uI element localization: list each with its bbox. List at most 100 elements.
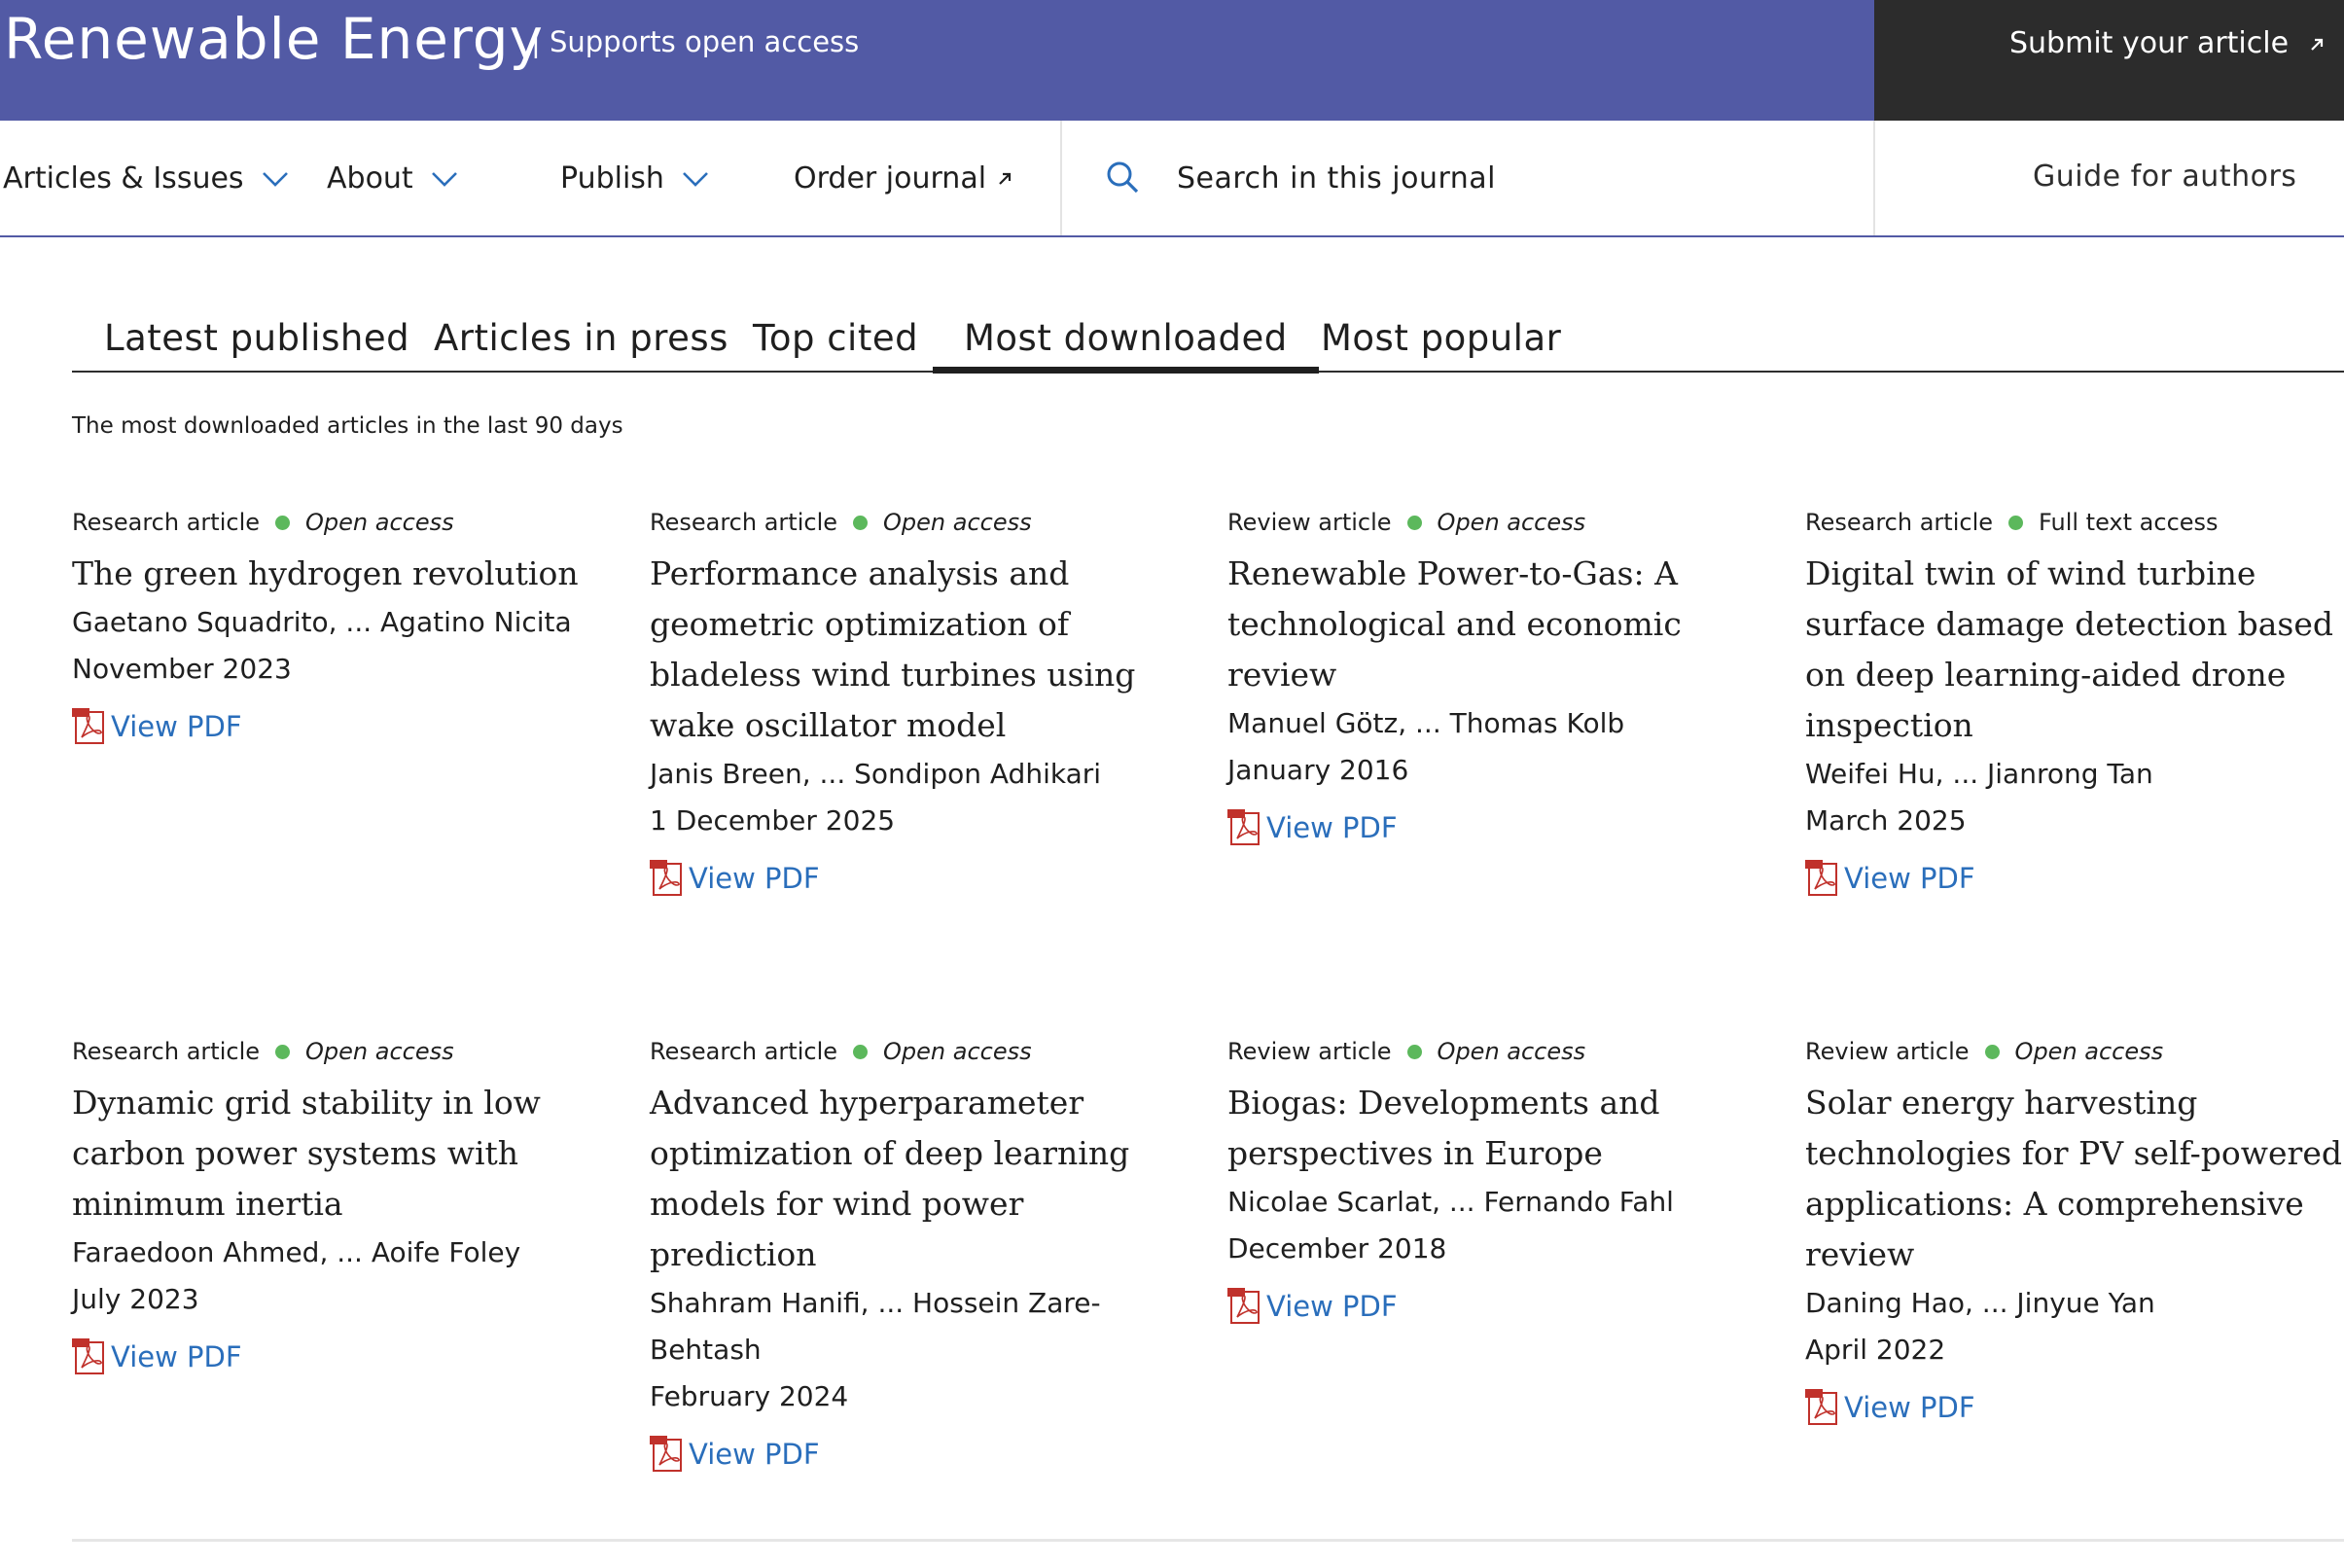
pdf-icon (1805, 860, 1837, 896)
article-authors: Nicolae Scarlat, ... Fernando Fahl (1227, 1186, 1674, 1218)
article-type: Research article (650, 509, 837, 536)
chevron-down-icon (683, 171, 708, 187)
access-label: Open access (883, 1038, 1032, 1065)
article-type: Research article (72, 1038, 260, 1065)
view-pdf-link[interactable]: View PDF (1227, 1288, 1772, 1325)
view-pdf-label: View PDF (111, 710, 242, 743)
nav-divider (1873, 121, 1875, 235)
article-date: February 2024 (650, 1380, 849, 1412)
banner-main: Renewable Energy | Supports open access (0, 0, 1874, 121)
tab-articles-in-press[interactable]: Articles in press (434, 317, 728, 359)
nav-articles-issues[interactable]: Articles & Issues (3, 161, 289, 196)
open-access-dot-icon (1406, 1044, 1422, 1059)
search-input[interactable] (1177, 156, 1760, 200)
view-pdf-label: View PDF (1266, 1290, 1398, 1323)
article-type: Research article (650, 1038, 837, 1065)
nav-articles-issues-label: Articles & Issues (3, 161, 244, 196)
view-pdf-link[interactable]: View PDF (72, 708, 617, 745)
submit-article-link[interactable]: Submit your article (2009, 26, 2326, 60)
open-access-dot-icon (275, 515, 290, 530)
article-title-link[interactable]: The green hydrogen revolution (72, 549, 617, 599)
external-link-icon (999, 172, 1012, 185)
access-label: Full text access (2039, 509, 2219, 536)
access-label: Open access (883, 509, 1032, 536)
article-type: Review article (1227, 1038, 1392, 1065)
article-title-link[interactable]: Performance analysis and geometric optim… (650, 549, 1194, 751)
article-authors: Gaetano Squadrito, ... Agatino Nicita (72, 606, 572, 638)
article-card: Review article Open access Renewable Pow… (1227, 506, 1772, 846)
view-pdf-label: View PDF (111, 1340, 242, 1373)
submit-article-button[interactable]: Submit your article (1874, 0, 2344, 121)
access-label: Open access (2014, 1038, 2164, 1065)
view-pdf-link[interactable]: View PDF (650, 1436, 1194, 1473)
pdf-icon (1805, 1389, 1837, 1425)
article-date: April 2022 (1805, 1334, 1946, 1366)
view-pdf-label: View PDF (689, 1438, 820, 1471)
view-pdf-link[interactable]: View PDF (72, 1338, 617, 1375)
pdf-icon (72, 708, 104, 744)
nav-about[interactable]: About (327, 161, 458, 196)
view-pdf-link[interactable]: View PDF (1227, 809, 1772, 846)
article-date: January 2016 (1227, 754, 1409, 786)
article-title-link[interactable]: Solar energy harvesting technologies for… (1805, 1078, 2344, 1280)
article-meta: Review article Open access (1227, 1035, 1772, 1068)
view-pdf-label: View PDF (1266, 811, 1398, 844)
article-meta: Research article Open access (650, 1035, 1194, 1068)
chevron-down-icon (431, 171, 457, 187)
nav-about-label: About (327, 161, 413, 196)
article-type: Research article (72, 509, 260, 536)
open-access-dot-icon (1984, 1044, 2000, 1059)
chevron-down-icon (262, 171, 288, 187)
open-access-note: | Supports open access (531, 25, 860, 58)
journal-title[interactable]: Renewable Energy (4, 6, 544, 72)
tab-top-cited[interactable]: Top cited (753, 317, 918, 359)
article-authors: Weifei Hu, ... Jianrong Tan (1805, 758, 2153, 790)
article-meta: Research article Open access (72, 506, 617, 539)
article-card: Research article Open access Advanced hy… (650, 1035, 1194, 1473)
article-date: March 2025 (1805, 804, 1967, 837)
article-authors: Faraedoon Ahmed, ... Aoife Foley (72, 1236, 521, 1268)
article-authors: Janis Breen, ... Sondipon Adhikari (650, 758, 1102, 790)
article-meta: Research article Full text access (1805, 506, 2344, 539)
search-icon[interactable] (1105, 160, 1140, 195)
view-pdf-label: View PDF (1844, 1391, 1975, 1424)
article-card: Research article Full text access Digita… (1805, 506, 2344, 897)
nav-order-journal-label: Order journal (794, 161, 987, 196)
article-title-link[interactable]: Digital twin of wind turbine surface dam… (1805, 549, 2344, 751)
article-title-link[interactable]: Advanced hyperparameter optimization of … (650, 1078, 1194, 1280)
tab-most-downloaded[interactable]: Most downloaded (933, 317, 1319, 374)
view-pdf-link[interactable]: View PDF (650, 860, 1194, 897)
tab-latest-published[interactable]: Latest published (104, 317, 409, 359)
nav-publish-label: Publish (560, 161, 664, 196)
tab-most-popular[interactable]: Most popular (1321, 317, 1561, 359)
article-authors: Manuel Götz, ... Thomas Kolb (1227, 707, 1625, 739)
guide-for-authors-link[interactable]: Guide for authors (2033, 160, 2296, 194)
article-date: July 2023 (72, 1283, 199, 1315)
access-label: Open access (1437, 509, 1586, 536)
view-pdf-link[interactable]: View PDF (1805, 860, 2344, 897)
article-title-link[interactable]: Renewable Power-to-Gas: A technological … (1227, 549, 1772, 700)
article-card: Research article Open access The green h… (72, 506, 617, 745)
article-card: Research article Open access Dynamic gri… (72, 1035, 617, 1375)
open-access-dot-icon (1406, 515, 1422, 530)
article-type: Review article (1227, 509, 1392, 536)
journal-banner: Renewable Energy | Supports open access … (0, 0, 2344, 121)
access-label: Open access (1437, 1038, 1586, 1065)
list-description: The most downloaded articles in the last… (72, 413, 623, 439)
journal-nav: Articles & Issues About Publish Order jo… (0, 121, 2344, 237)
article-title-link[interactable]: Dynamic grid stability in low carbon pow… (72, 1078, 617, 1229)
pdf-icon (650, 860, 682, 896)
article-date: November 2023 (72, 653, 292, 685)
article-date: December 2018 (1227, 1232, 1447, 1265)
article-title-link[interactable]: Biogas: Developments and perspectives in… (1227, 1078, 1772, 1179)
nav-order-journal[interactable]: Order journal (794, 161, 1013, 196)
view-pdf-link[interactable]: View PDF (1805, 1389, 2344, 1426)
pdf-icon (650, 1436, 682, 1472)
open-access-dot-icon (853, 515, 868, 530)
article-type: Research article (1805, 509, 1993, 536)
article-type: Review article (1805, 1038, 1970, 1065)
access-label: Open access (305, 509, 454, 536)
article-date: 1 December 2025 (650, 804, 896, 837)
nav-publish[interactable]: Publish (560, 161, 709, 196)
article-list-tabs: Latest published Articles in press Top c… (72, 309, 2344, 374)
